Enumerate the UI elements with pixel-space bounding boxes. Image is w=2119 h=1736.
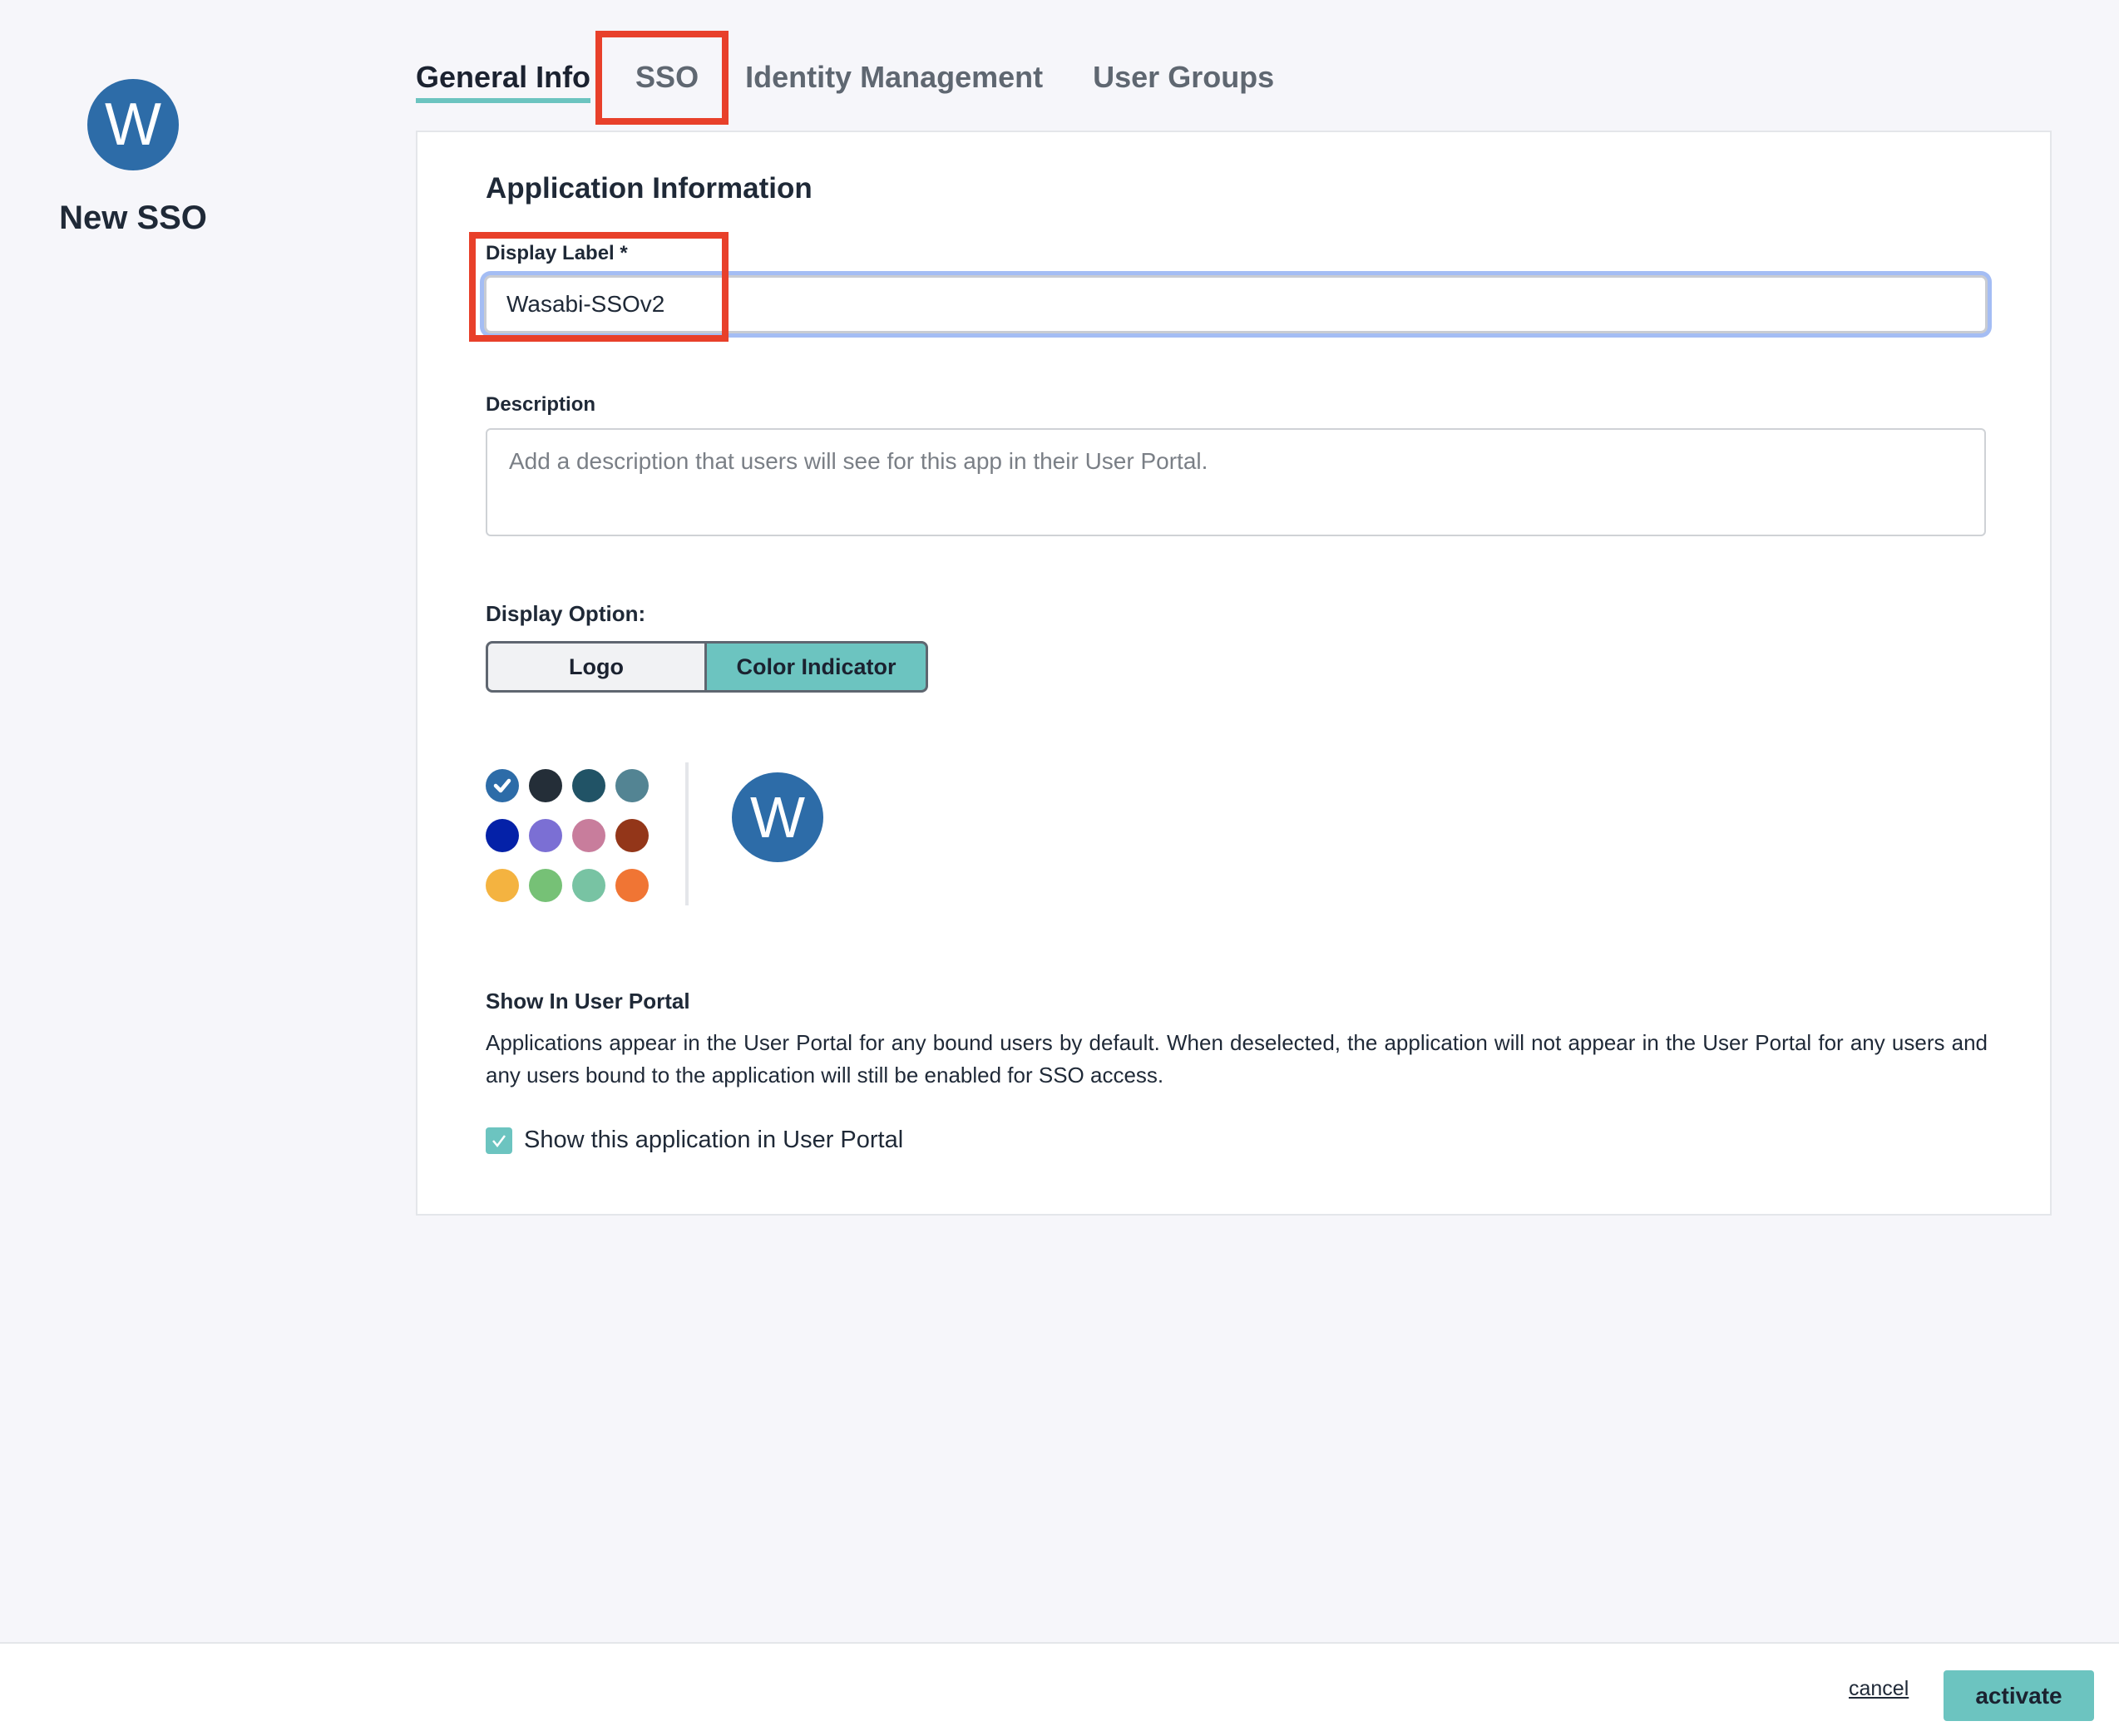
color-swatch[interactable] bbox=[615, 819, 649, 852]
color-swatch[interactable] bbox=[529, 769, 562, 802]
color-swatch[interactable] bbox=[572, 769, 605, 802]
app-name: New SSO bbox=[59, 200, 207, 236]
color-swatch[interactable] bbox=[529, 869, 562, 902]
general-info-card: Application Information Display Label * … bbox=[416, 131, 2052, 1216]
color-swatch[interactable] bbox=[572, 869, 605, 902]
preview-letter: W bbox=[749, 785, 806, 850]
color-swatch[interactable] bbox=[486, 869, 519, 902]
display-label-input[interactable] bbox=[484, 275, 1988, 333]
tab-identity-management[interactable]: Identity Management bbox=[745, 50, 1043, 108]
color-swatch[interactable] bbox=[486, 819, 519, 852]
color-swatch[interactable] bbox=[615, 869, 649, 902]
show-in-portal-checkbox-label: Show this application in User Portal bbox=[524, 1127, 904, 1153]
description-textarea[interactable] bbox=[486, 428, 1986, 536]
logo-option-button[interactable]: Logo bbox=[486, 641, 707, 693]
color-preview-avatar: W bbox=[732, 772, 823, 862]
show-in-portal-checkbox[interactable] bbox=[486, 1127, 512, 1154]
tab-user-groups[interactable]: User Groups bbox=[1093, 50, 1274, 108]
color-swatch[interactable] bbox=[486, 769, 519, 802]
tab-general-info[interactable]: General Info bbox=[416, 50, 591, 108]
divider bbox=[685, 762, 689, 905]
color-indicator-option-button[interactable]: Color Indicator bbox=[707, 641, 928, 693]
display-label-label: Display Label * bbox=[486, 242, 628, 264]
color-swatch[interactable] bbox=[572, 819, 605, 852]
tab-bar: General Info SSO Identity Management Use… bbox=[416, 50, 1324, 129]
display-option-toggle: Logo Color Indicator bbox=[486, 641, 928, 693]
section-title: Application Information bbox=[486, 172, 813, 205]
display-option-label: Display Option: bbox=[486, 601, 646, 626]
show-in-portal-title: Show In User Portal bbox=[486, 989, 690, 1013]
avatar-letter: W bbox=[105, 91, 161, 158]
cancel-link[interactable]: cancel bbox=[1849, 1677, 1909, 1701]
show-in-portal-checkbox-row[interactable]: Show this application in User Portal bbox=[486, 1127, 903, 1154]
footer-bar: cancel activate bbox=[0, 1642, 2119, 1736]
checkmark-icon bbox=[492, 1134, 506, 1147]
color-swatch[interactable] bbox=[529, 819, 562, 852]
show-in-portal-description: Applications appear in the User Portal f… bbox=[486, 1030, 1988, 1087]
activate-button[interactable]: activate bbox=[1944, 1670, 2094, 1721]
app-avatar: W bbox=[87, 79, 179, 170]
color-swatch-grid bbox=[486, 769, 649, 902]
tab-sso[interactable]: SSO bbox=[635, 50, 699, 108]
checkmark-icon bbox=[493, 778, 511, 793]
description-label: Description bbox=[486, 393, 596, 416]
color-swatch[interactable] bbox=[615, 769, 649, 802]
